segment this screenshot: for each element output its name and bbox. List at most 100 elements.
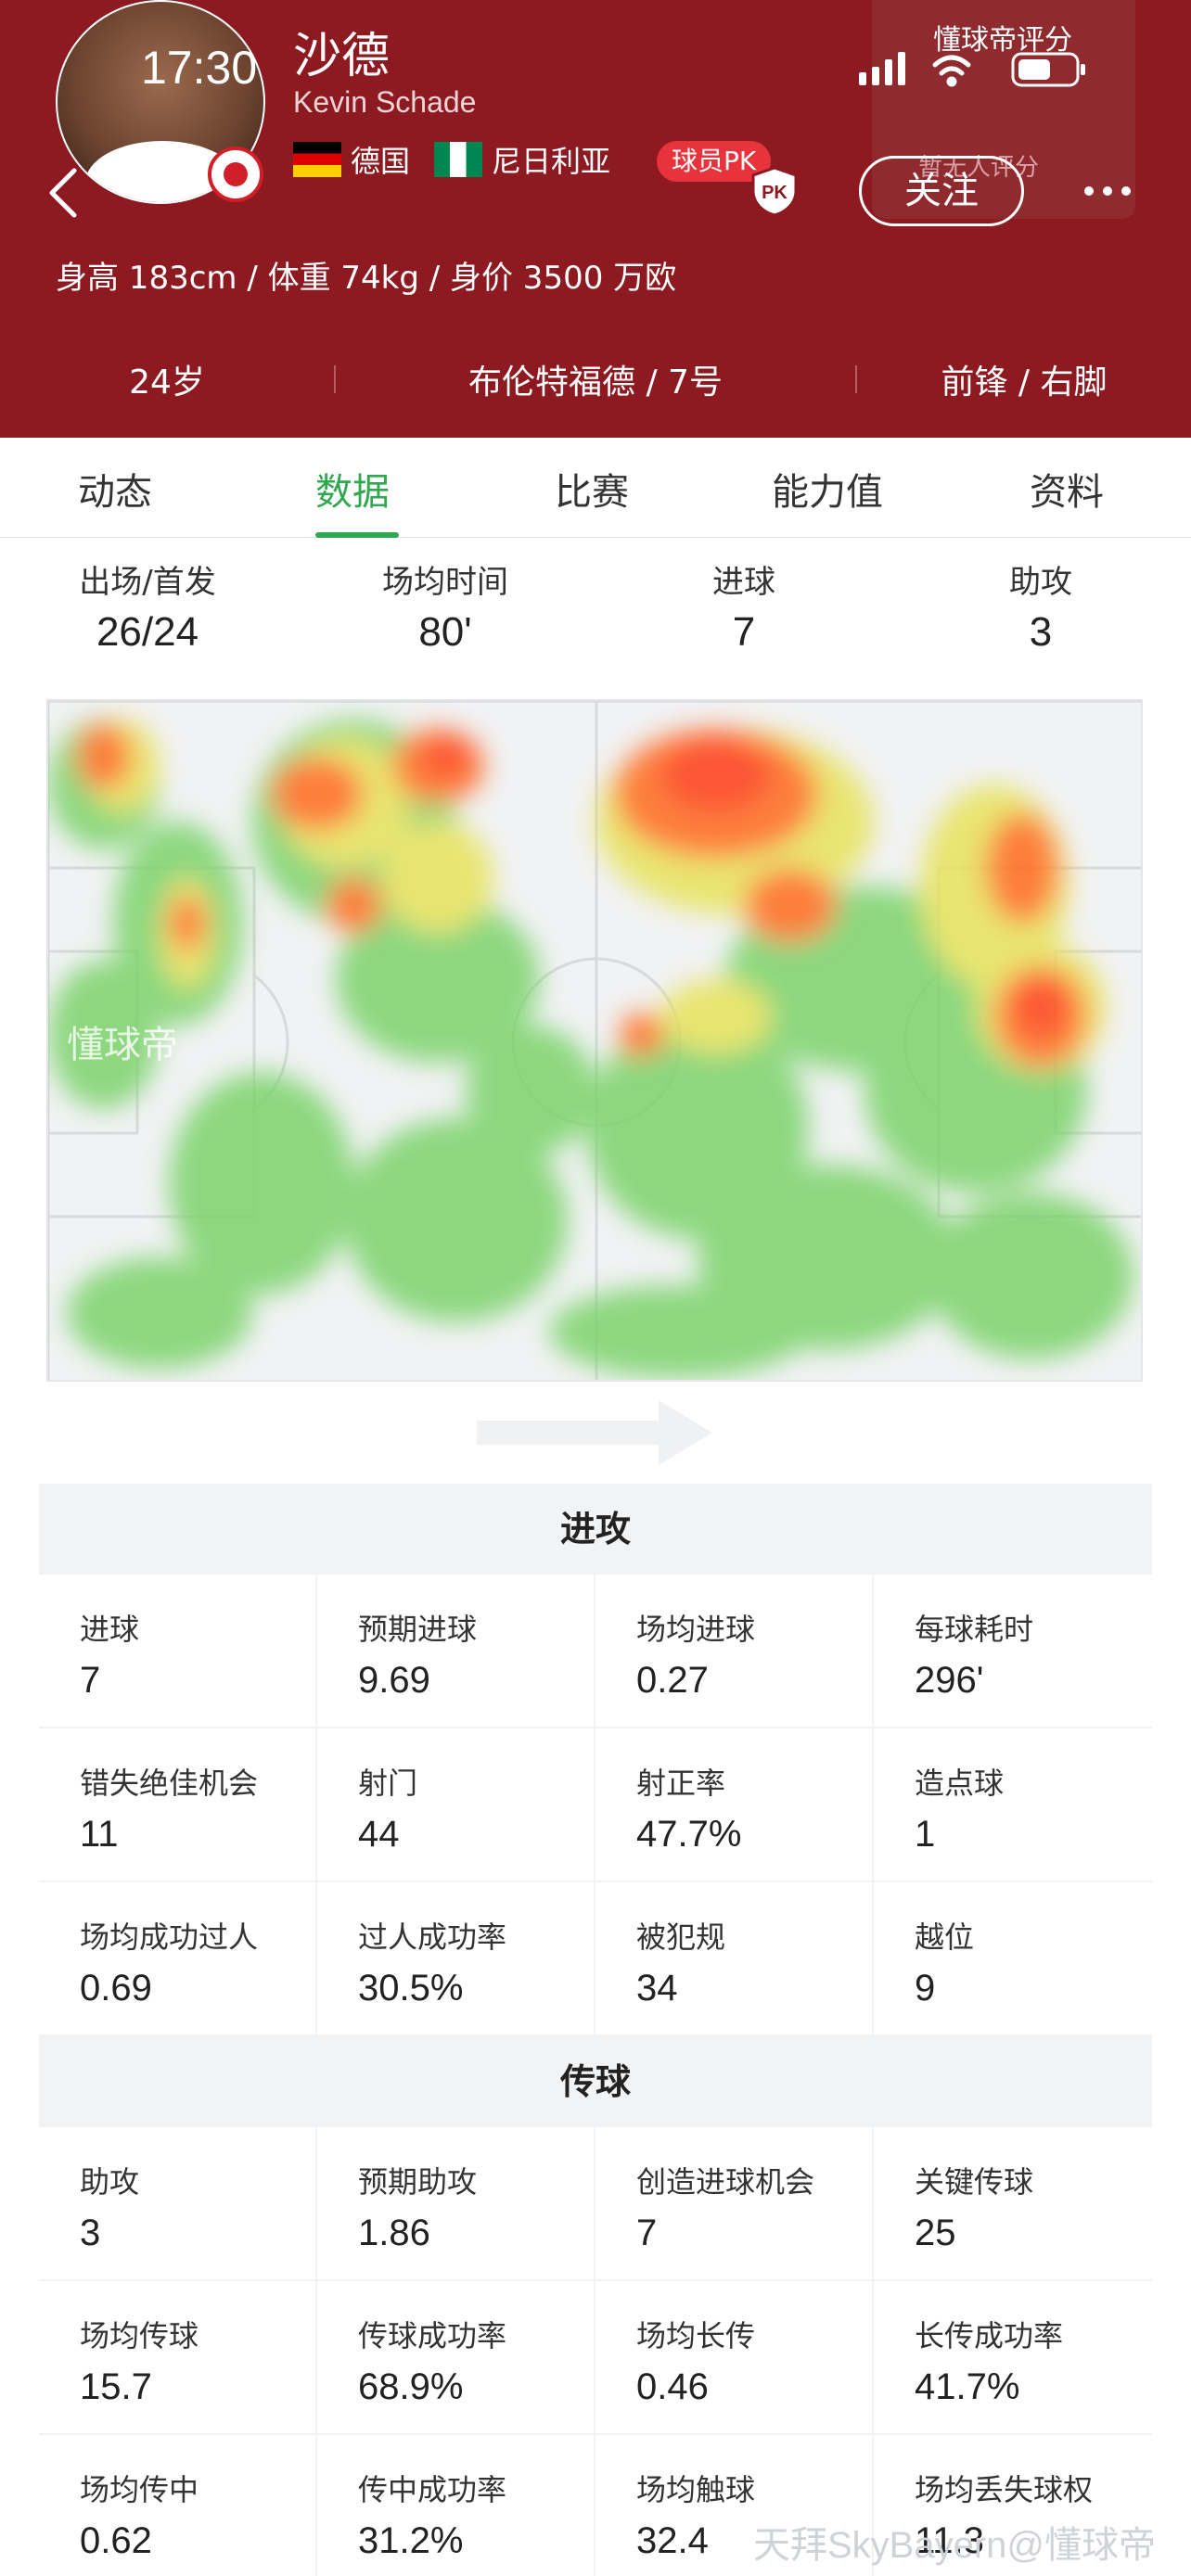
- stat-label: 传球成功率: [358, 2318, 507, 2353]
- stat-label: 关键传球: [915, 2164, 1034, 2200]
- stat-label: 传中成功率: [358, 2472, 507, 2507]
- stat-value: 68.9%: [358, 2366, 464, 2407]
- stat-value: 0.69: [80, 1968, 152, 2009]
- stat-value: 0.27: [636, 1660, 709, 1701]
- pk-shield-icon[interactable]: PK: [749, 165, 800, 217]
- stat-value: 9: [915, 1968, 936, 2009]
- stat-cell: 场均长传 0.46: [596, 2281, 874, 2433]
- summary-appearances: 出场/首发 26/24: [69, 556, 226, 656]
- summary-label: 出场/首发: [79, 564, 216, 601]
- stat-label: 造点球: [915, 1766, 1005, 1801]
- more-options-icon[interactable]: [1082, 182, 1133, 200]
- stat-cell: 射正率 47.7%: [596, 1728, 874, 1881]
- nationality-2: 尼日利亚: [492, 144, 611, 179]
- status-bar-icons: [859, 52, 1085, 87]
- stat-cell: 长传成功率 41.7%: [874, 2281, 1152, 2433]
- stat-label: 长传成功率: [915, 2318, 1064, 2353]
- stats-row: 助攻 3 预期助攻 1.86 创造进球机会 7 关键传球 25: [39, 2127, 1152, 2281]
- player-age: 24岁: [129, 363, 205, 402]
- stat-value: 7: [636, 2213, 658, 2253]
- stat-label: 场均传球: [80, 2318, 199, 2353]
- stat-value: 34: [636, 1968, 678, 2009]
- battery-icon: [1011, 52, 1085, 87]
- stats-row: 场均传球 15.7 传球成功率 68.9% 场均长传 0.46 长传成功率 41.7%: [39, 2281, 1152, 2435]
- stat-value: 41.7%: [915, 2366, 1020, 2407]
- stat-value: 7: [80, 1660, 101, 1701]
- stat-label: 场均成功过人: [80, 1919, 259, 1955]
- club-badge-icon: [208, 147, 263, 202]
- nationality-row: 德国 尼日利亚: [293, 139, 610, 180]
- stats-row: 错失绝佳机会 11 射门 44 射正率 47.7% 造点球 1: [39, 1728, 1152, 1882]
- stat-cell: 进球 7: [39, 1575, 317, 1727]
- player-club-number: 布伦特福德 / 7号: [468, 363, 723, 402]
- section-header-passing: 传球: [39, 2036, 1152, 2127]
- summary-goals: 进球 7: [688, 556, 800, 656]
- stat-label: 过人成功率: [358, 1919, 507, 1955]
- stat-label: 场均丢失球权: [915, 2472, 1094, 2507]
- stat-label: 越位: [915, 1919, 975, 1955]
- stat-label: 预期助攻: [358, 2164, 478, 2200]
- stat-cell: 助攻 3: [39, 2127, 317, 2279]
- stat-label: 错失绝佳机会: [80, 1766, 259, 1801]
- stat-value: 0.62: [80, 2520, 152, 2561]
- stat-value: 1: [915, 1814, 936, 1855]
- stat-label: 射正率: [636, 1766, 726, 1801]
- stat-value: 1.86: [358, 2213, 430, 2253]
- summary-value: 80': [418, 609, 472, 655]
- follow-button[interactable]: 关注: [859, 156, 1024, 226]
- stat-cell: 传球成功率 68.9%: [317, 2281, 596, 2433]
- stat-cell: 被犯规 34: [596, 1882, 874, 2034]
- player-header: 17:30 沙德 Kevin Schade 德国 尼日利亚 球员PK PK 懂球…: [0, 0, 1191, 438]
- stat-cell: 关键传球 25: [874, 2127, 1152, 2279]
- stat-cell: 场均传球 15.7: [39, 2281, 317, 2433]
- heatmap-pitch: [48, 701, 1141, 1380]
- tab-profile[interactable]: 资料: [1030, 462, 1104, 516]
- source-watermark: 天拜SkyBayern@懂球帝: [753, 2525, 1157, 2566]
- player-basic-row: 24岁 布伦特福德 / 7号 前锋 / 右脚: [0, 347, 1191, 412]
- stats-row: 进球 7 预期进球 9.69 场均进球 0.27 每球耗时 296': [39, 1575, 1152, 1728]
- signal-icon: [859, 52, 905, 85]
- player-body-info: 身高 183cm / 体重 74kg / 身价 3500 万欧: [56, 260, 677, 297]
- stat-cell: 预期助攻 1.86: [317, 2127, 596, 2279]
- stat-label: 被犯规: [636, 1919, 726, 1955]
- stat-cell: 每球耗时 296': [874, 1575, 1152, 1727]
- stat-cell: 创造进球机会 7: [596, 2127, 874, 2279]
- stat-value: 47.7%: [636, 1814, 742, 1855]
- nigeria-flag-icon: [434, 142, 483, 177]
- tab-data[interactable]: 数据: [315, 462, 390, 516]
- stat-label: 场均触球: [636, 2472, 756, 2507]
- svg-text:PK: PK: [762, 183, 788, 203]
- stat-value: 11: [80, 1814, 119, 1855]
- tab-dynamics[interactable]: 动态: [78, 462, 152, 516]
- summary-assists: 助攻 3: [985, 556, 1096, 656]
- tab-bar: 动态 数据 比赛 能力值 资料: [0, 438, 1191, 538]
- section-header-attack: 进攻: [39, 1484, 1152, 1575]
- attack-direction-arrow-icon: [477, 1400, 712, 1465]
- heatmap-watermark: 懂球帝: [67, 1024, 178, 1066]
- nationality-1: 德国: [351, 144, 411, 179]
- player-position-foot: 前锋 / 右脚: [941, 363, 1108, 402]
- stat-value: 31.2%: [358, 2520, 464, 2561]
- stats-row: 场均成功过人 0.69 过人成功率 30.5% 被犯规 34 越位 9: [39, 1882, 1152, 2036]
- stat-value: 296': [915, 1660, 984, 1701]
- stat-cell: 场均进球 0.27: [596, 1575, 874, 1727]
- stat-cell: 传中成功率 31.2%: [317, 2435, 596, 2576]
- position-heatmap: 懂球帝: [46, 699, 1143, 1382]
- stat-cell: 场均传中 0.62: [39, 2435, 317, 2576]
- stat-value: 15.7: [80, 2366, 152, 2407]
- stat-cell: 场均成功过人 0.69: [39, 1882, 317, 2034]
- tab-ability[interactable]: 能力值: [772, 462, 883, 516]
- tab-matches[interactable]: 比赛: [555, 462, 629, 516]
- stat-label: 进球: [80, 1612, 140, 1647]
- player-name-cn: 沙德: [293, 29, 391, 84]
- active-tab-indicator: [315, 532, 399, 538]
- wifi-icon: [932, 55, 971, 87]
- stat-label: 创造进球机会: [636, 2164, 815, 2200]
- back-icon[interactable]: [46, 165, 80, 221]
- stat-label: 每球耗时: [915, 1612, 1034, 1647]
- summary-minutes: 场均时间 80': [371, 556, 519, 656]
- stat-value: 30.5%: [358, 1968, 464, 2009]
- stat-cell: 预期进球 9.69: [317, 1575, 596, 1727]
- stat-value: 25: [915, 2213, 956, 2253]
- summary-label: 助攻: [1009, 564, 1072, 601]
